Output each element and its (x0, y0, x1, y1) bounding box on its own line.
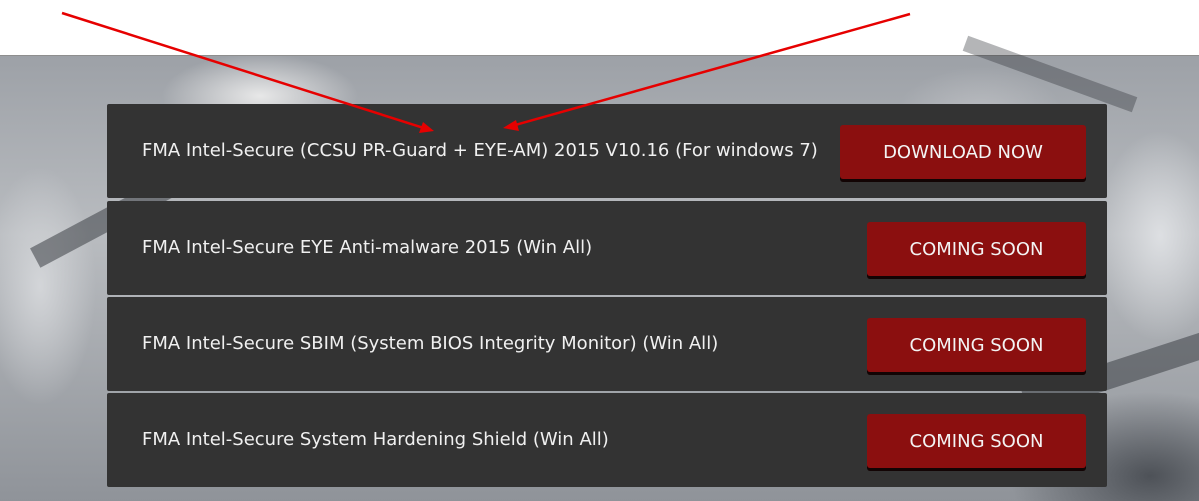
row-title: FMA Intel-Secure SBIM (System BIOS Integ… (142, 333, 719, 354)
row-title: FMA Intel-Secure System Hardening Shield… (142, 429, 609, 450)
row-title: FMA Intel-Secure (CCSU PR-Guard + EYE-AM… (142, 140, 818, 161)
top-white-band (0, 0, 1199, 55)
download-row: FMA Intel-Secure (CCSU PR-Guard + EYE-AM… (107, 104, 1107, 198)
download-row: FMA Intel-Secure SBIM (System BIOS Integ… (107, 297, 1107, 391)
download-row: FMA Intel-Secure System Hardening Shield… (107, 393, 1107, 487)
download-now-button[interactable]: DOWNLOAD NOW (840, 125, 1086, 179)
row-title: FMA Intel-Secure EYE Anti-malware 2015 (… (142, 237, 593, 258)
download-row: FMA Intel-Secure EYE Anti-malware 2015 (… (107, 201, 1107, 295)
page: FMA Intel-Secure (CCSU PR-Guard + EYE-AM… (0, 0, 1199, 501)
coming-soon-button[interactable]: COMING SOON (867, 414, 1086, 468)
coming-soon-button[interactable]: COMING SOON (867, 318, 1086, 372)
download-list: FMA Intel-Secure (CCSU PR-Guard + EYE-AM… (107, 104, 1107, 489)
coming-soon-button[interactable]: COMING SOON (867, 222, 1086, 276)
